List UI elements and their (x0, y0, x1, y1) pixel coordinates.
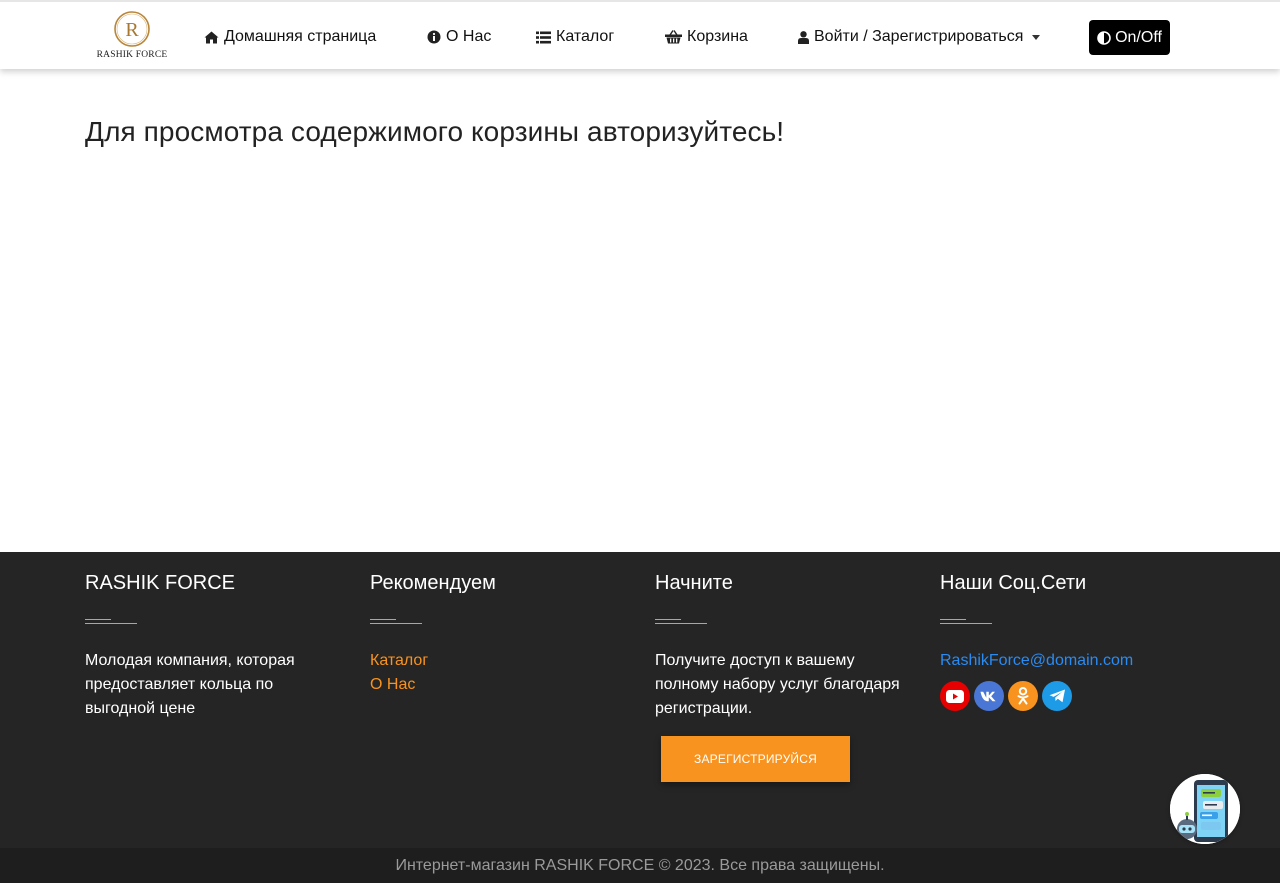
footer-divider (940, 619, 992, 625)
copyright-bar: Интернет-магазин RASHIK FORCE © 2023. Вс… (0, 848, 1280, 883)
footer-divider (655, 619, 707, 625)
chatbot-launcher[interactable] (1170, 774, 1240, 844)
brand-logo[interactable]: R RASHIK FORCE (96, 10, 168, 62)
info-circle-icon (427, 30, 441, 44)
footer-about-title: RASHIK FORCE (85, 572, 236, 594)
footer-email-link[interactable]: RashikForce@domain.com (940, 649, 1200, 673)
svg-text:R: R (125, 19, 139, 41)
footer-about-text: Молодая компания, которая предоставляет … (85, 652, 295, 717)
home-icon (204, 31, 219, 43)
footer-link-about[interactable]: О Нас (370, 673, 630, 697)
social-icons (940, 681, 1200, 711)
navbar: R RASHIK FORCE Домашняя страница О Нас К… (0, 0, 1280, 69)
nav-about[interactable]: О Нас (427, 26, 491, 48)
footer-recommend-title: Рекомендуем (370, 572, 496, 594)
footer-divider (85, 619, 137, 625)
youtube-icon[interactable] (940, 681, 970, 711)
telegram-icon[interactable] (1042, 681, 1072, 711)
logo-ring-icon: R (114, 11, 150, 47)
footer-divider (370, 619, 422, 625)
copyright-text: Интернет-магазин RASHIK FORCE © 2023. Вс… (395, 856, 885, 874)
nav-about-label: О Нас (446, 28, 492, 45)
footer-start-title: Начните (655, 572, 733, 594)
nav-catalog-label: Каталог (556, 28, 615, 45)
footer-start-column: Начните Получите доступ к вашему полному… (655, 572, 915, 721)
footer: RASHIK FORCE Молодая компания, которая п… (0, 552, 1280, 848)
list-icon (536, 31, 551, 43)
footer-about-column: RASHIK FORCE Молодая компания, которая п… (85, 572, 345, 721)
footer-link-catalog[interactable]: Каталог (370, 649, 630, 673)
contrast-icon (1097, 30, 1111, 45)
nav-home-label: Домашняя страница (224, 28, 377, 45)
nav-home[interactable]: Домашняя страница (204, 26, 376, 48)
chevron-down-icon (1032, 34, 1041, 40)
user-icon (798, 30, 809, 44)
basket-icon (665, 30, 682, 44)
nav-cart-label: Корзина (687, 28, 748, 45)
odnoklassniki-icon[interactable] (1008, 681, 1038, 711)
chatbot-icon (1170, 774, 1240, 844)
footer-start-text: Получите доступ к вашему полному набору … (655, 652, 900, 717)
register-button[interactable]: ЗАРЕГИСТРИРУЙСЯ (661, 736, 850, 782)
nav-catalog[interactable]: Каталог (536, 26, 614, 48)
nav-cart[interactable]: Корзина (665, 26, 748, 48)
nav-login-dropdown[interactable]: Войти / Зарегистрироваться (798, 26, 1041, 48)
footer-social-column: Наши Соц.Сети RashikForce@domain.com (940, 572, 1200, 711)
footer-recommend-column: Рекомендуем Каталог О Нас (370, 572, 630, 697)
page-title: Для просмотра содержимого корзины автори… (85, 116, 785, 147)
contrast-toggle-label: On/Off (1115, 28, 1162, 46)
nav-login-label: Войти / Зарегистрироваться (814, 28, 1024, 45)
logo-text: RASHIK FORCE (96, 50, 168, 60)
footer-social-title: Наши Соц.Сети (940, 572, 1087, 594)
contrast-toggle-button[interactable]: On/Off (1089, 20, 1170, 55)
vk-icon[interactable] (974, 681, 1004, 711)
